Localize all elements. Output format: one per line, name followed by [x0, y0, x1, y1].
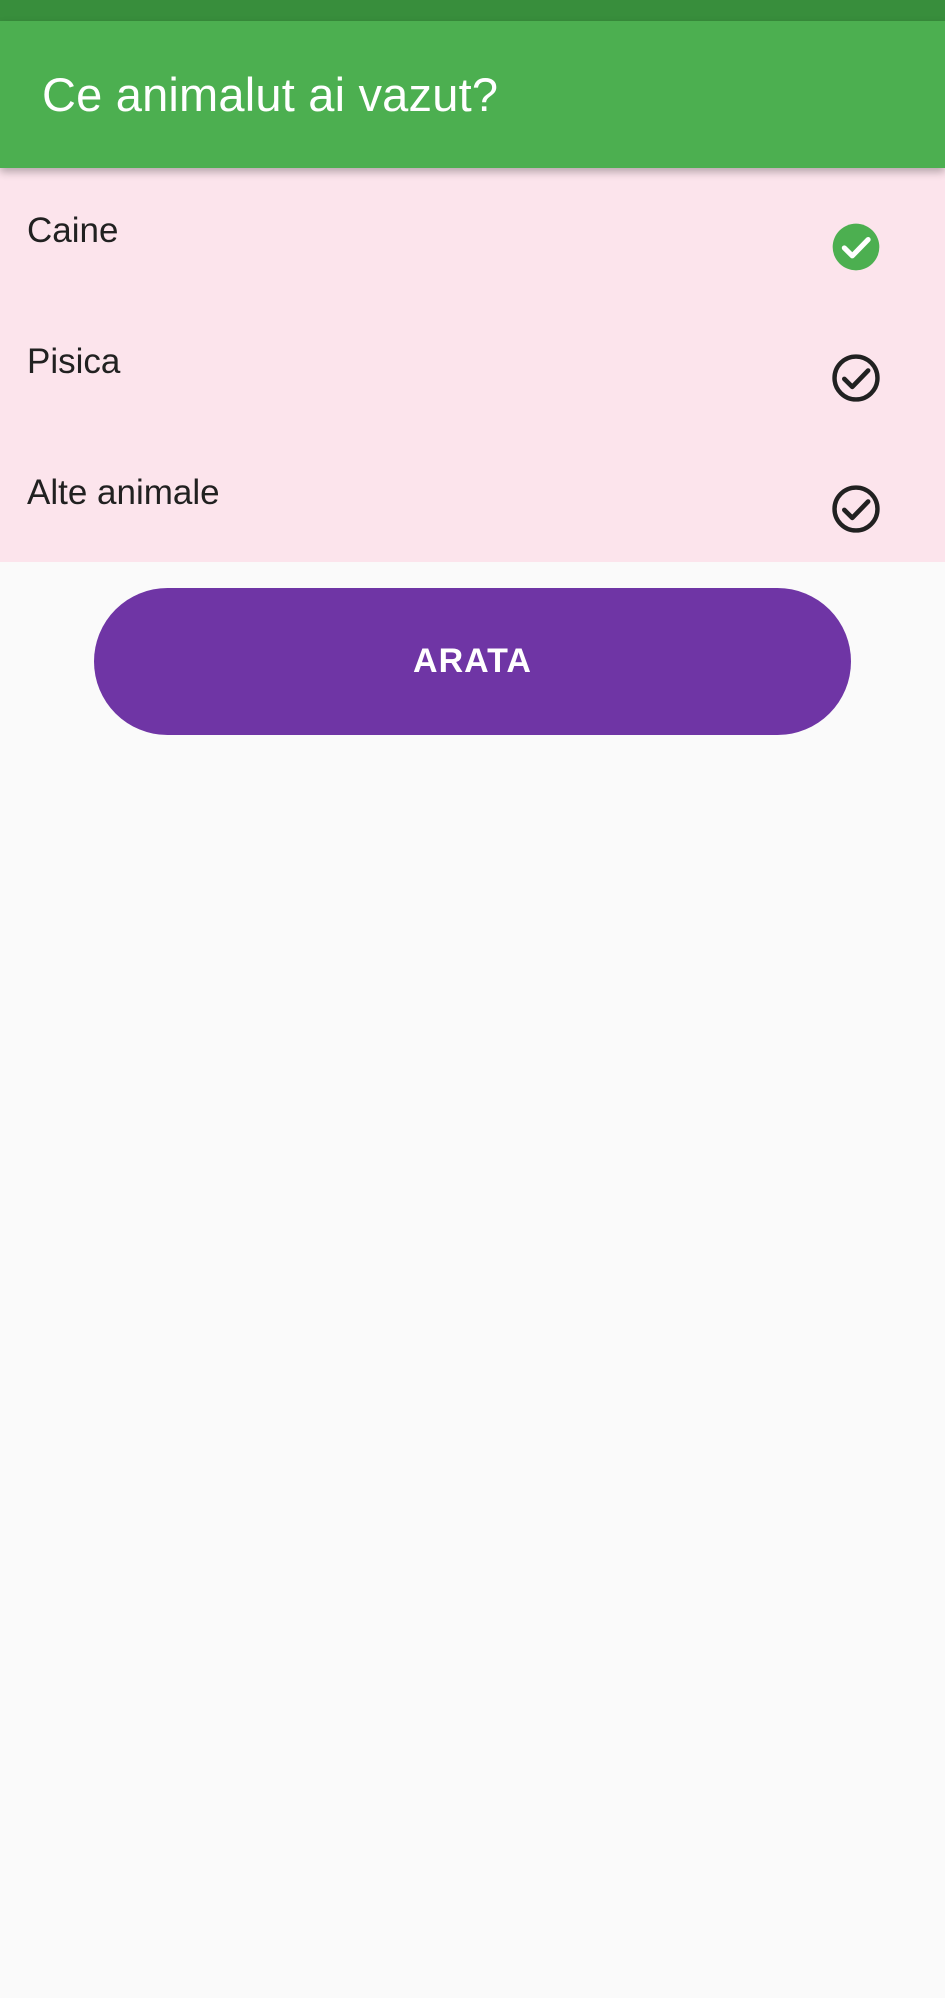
list-item-pisica[interactable]: Pisica — [0, 299, 945, 430]
list-item-caine[interactable]: Caine — [0, 168, 945, 299]
status-bar — [0, 0, 945, 21]
check-circle-filled-icon[interactable] — [828, 219, 884, 275]
check-circle-outline-icon[interactable] — [828, 481, 884, 537]
list-item-alte-animale[interactable]: Alte animale — [0, 430, 945, 561]
list-item-label: Caine — [27, 211, 119, 250]
page-title: Ce animalut ai vazut? — [42, 68, 499, 121]
animal-list: Caine Pisica Alte animale — [0, 168, 945, 562]
app-bar: Ce animalut ai vazut? — [0, 21, 945, 168]
check-circle-outline-icon[interactable] — [828, 350, 884, 406]
show-button[interactable]: ARATA — [94, 588, 851, 735]
list-item-label: Pisica — [27, 342, 121, 381]
list-item-label: Alte animale — [27, 473, 220, 512]
app-screen: Ce animalut ai vazut? Caine Pisica Alte … — [0, 0, 945, 1998]
